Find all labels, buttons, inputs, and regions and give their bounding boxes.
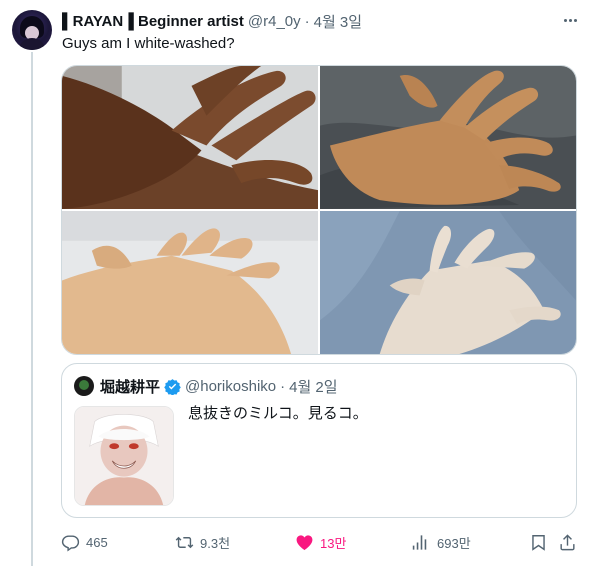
share-icon — [560, 533, 575, 550]
photo-hand-2[interactable] — [320, 66, 576, 209]
more-horizontal-icon[interactable] — [560, 11, 580, 29]
tweet-header: ▌RAYAN▐ Beginner artist @r4_0y · 4월 3일 — [62, 11, 362, 31]
photo-hand-4[interactable] — [320, 211, 576, 354]
tweet-date[interactable]: 4월 3일 — [314, 11, 362, 32]
retweet-count: 9.3천 — [200, 535, 231, 551]
user-handle[interactable]: @r4_0y — [248, 13, 301, 30]
views-count: 693만 — [437, 535, 471, 551]
quote-thumbnail[interactable] — [74, 406, 174, 506]
retweet-button[interactable]: 9.3천 — [175, 531, 230, 553]
reply-icon — [61, 534, 80, 552]
quote-date[interactable]: 4월 2일 — [289, 376, 337, 397]
quote-avatar[interactable] — [74, 376, 94, 396]
media-grid — [61, 65, 577, 355]
quote-separator-dot: · — [280, 377, 286, 395]
reply-count: 465 — [86, 534, 108, 550]
like-button[interactable]: 13만 — [295, 531, 346, 553]
action-bar: 465 9.3천 13만 693만 — [61, 531, 581, 553]
bookmark-button[interactable] — [529, 531, 554, 553]
photo-hand-1[interactable] — [62, 66, 318, 209]
views-button[interactable]: 693만 — [412, 531, 471, 553]
heart-icon — [296, 534, 313, 550]
display-name[interactable]: ▌RAYAN▐ Beginner artist — [62, 13, 244, 30]
quote-handle[interactable]: @horikoshiko — [185, 378, 276, 395]
quote-tweet[interactable]: 堀越耕平 @horikoshiko · 4월 2일 息抜きのミルコ。見るコ。 — [61, 363, 577, 518]
quote-header: 堀越耕平 @horikoshiko · 4월 2일 — [100, 375, 338, 397]
views-chart-icon — [412, 534, 427, 550]
separator-dot: · — [304, 12, 310, 30]
tweet-text: Guys am I white-washed? — [62, 35, 235, 52]
photo-hand-3[interactable] — [62, 211, 318, 354]
share-button[interactable] — [558, 531, 583, 553]
quote-text: 息抜きのミルコ。見るコ。 — [188, 405, 368, 422]
bookmark-icon — [532, 534, 545, 551]
avatar[interactable] — [12, 10, 52, 50]
reply-button[interactable]: 465 — [61, 531, 108, 553]
like-count: 13만 — [320, 535, 347, 551]
retweet-icon — [175, 536, 194, 548]
verified-badge-icon — [164, 378, 181, 395]
quote-display-name[interactable]: 堀越耕平 — [100, 376, 160, 397]
thread-line — [31, 52, 33, 566]
